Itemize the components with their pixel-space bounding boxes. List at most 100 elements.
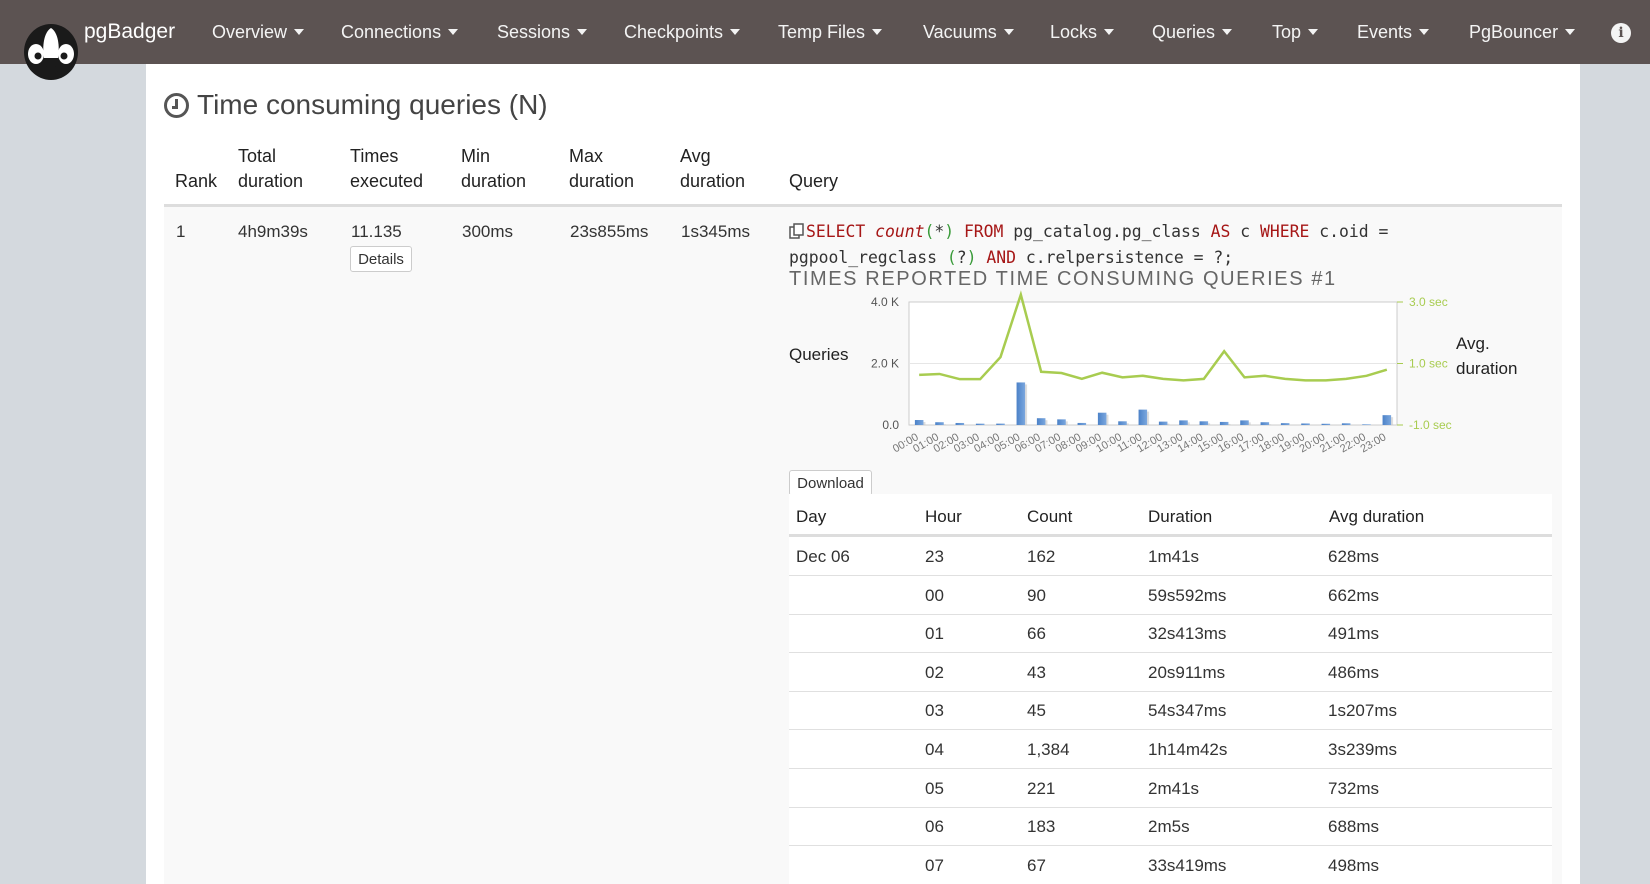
nav-events[interactable]: Events xyxy=(1357,22,1430,43)
caret-down-icon xyxy=(448,29,459,35)
chart-bar xyxy=(914,420,924,425)
caret-down-icon xyxy=(730,29,741,35)
brand-name[interactable]: pgBadger xyxy=(84,20,175,44)
caret-down-icon xyxy=(294,29,305,35)
cell-min-duration: 300ms xyxy=(462,222,514,241)
detail-cell-duration: 33s419ms xyxy=(1148,855,1227,875)
header-total-duration: Total duration xyxy=(238,144,303,194)
header-max-duration: Max duration xyxy=(569,144,634,194)
nav-top[interactable]: Top xyxy=(1272,22,1319,43)
q-keyword: AND xyxy=(986,247,1017,267)
nav-pgbouncer[interactable]: PgBouncer xyxy=(1469,22,1576,43)
detail-header-divider xyxy=(789,534,1552,537)
q-function: count xyxy=(875,222,925,241)
detail-cell-hour: 03 xyxy=(925,701,944,721)
header-total-duration-line2: duration xyxy=(238,171,304,191)
chart-bar xyxy=(1179,420,1188,425)
chart-bar xyxy=(1341,423,1351,425)
nav-sessions[interactable]: Sessions xyxy=(497,22,588,43)
header-min-duration-line2: duration xyxy=(461,171,527,191)
q-keyword: AS xyxy=(1210,222,1231,241)
detail-row-divider xyxy=(789,652,1552,654)
nav-queries[interactable]: Queries xyxy=(1152,22,1233,43)
nav-queries-label: Queries xyxy=(1152,22,1216,42)
detail-cell-duration: 32s413ms xyxy=(1148,624,1227,644)
q-keyword: WHERE xyxy=(1260,222,1310,241)
caret-down-icon xyxy=(872,29,883,35)
detail-cell-day: Dec 06 xyxy=(796,547,850,566)
header-avg-duration-line1: Avg xyxy=(680,146,711,166)
chart-y2-axis-label-line1: Avg. xyxy=(1456,334,1490,353)
nav-temp-files-label: Temp Files xyxy=(778,22,866,42)
chart-y-tick-label: 0.0 xyxy=(882,418,899,432)
nav-pgbouncer-label: PgBouncer xyxy=(1469,22,1559,42)
q-param: ? xyxy=(956,247,967,267)
detail-cell-hour: 23 xyxy=(925,547,944,566)
nav-overview-label: Overview xyxy=(212,22,288,42)
nav-sessions-label: Sessions xyxy=(497,22,571,42)
info-icon[interactable]: i xyxy=(1611,23,1631,43)
pgbadger-logo[interactable] xyxy=(22,18,80,82)
header-times-executed-line2: executed xyxy=(350,171,424,191)
chart-y2-tick-label: -1.0 sec xyxy=(1409,418,1452,432)
detail-cell-avg-duration: 662ms xyxy=(1328,585,1380,605)
q-identifier: pgpool_regclass xyxy=(789,247,938,267)
header-max-duration-line1: Max xyxy=(569,146,604,166)
detail-cell-avg-duration: 688ms xyxy=(1328,817,1380,837)
chart-bar xyxy=(1158,421,1168,425)
detail-cell-avg-duration: 732ms xyxy=(1328,778,1380,798)
header-max-duration-line2: duration xyxy=(569,171,635,191)
detail-cell-count: 67 xyxy=(1027,855,1046,875)
detail-cell-hour: 06 xyxy=(925,817,944,837)
header-total-duration-line1: Total xyxy=(238,146,277,166)
nav-vacuums[interactable]: Vacuums xyxy=(923,22,1014,43)
header-rank: Rank xyxy=(175,171,218,191)
details-button[interactable]: Details xyxy=(350,246,412,272)
download-button[interactable]: Download xyxy=(789,470,872,496)
nav-locks[interactable]: Locks xyxy=(1050,22,1115,43)
queries-chart: Queries Avg. duration 4.0 K 3.0 sec 2.0 K 1… xyxy=(789,290,1517,455)
chart-bar xyxy=(1260,422,1270,425)
chart-y-tick-label: 2.0 K xyxy=(871,357,899,371)
detail-cell-hour: 01 xyxy=(925,624,944,644)
query-text: SELECT count(*) FROM pg_catalog.pg_class… xyxy=(789,219,1489,270)
nav-connections[interactable]: Connections xyxy=(341,22,459,43)
copy-icon[interactable] xyxy=(789,223,804,239)
detail-row-divider xyxy=(789,845,1552,847)
chart-bar xyxy=(1138,409,1148,425)
nav-overview[interactable]: Overview xyxy=(212,22,305,43)
q-paren: ) xyxy=(966,247,977,267)
chart-bar xyxy=(1321,423,1331,425)
nav-checkpoints-label: Checkpoints xyxy=(624,22,724,42)
nav-checkpoints[interactable]: Checkpoints xyxy=(624,22,741,43)
nav-events-label: Events xyxy=(1357,22,1413,42)
detail-row-divider xyxy=(789,690,1552,692)
detail-cell-hour: 02 xyxy=(925,662,944,682)
detail-cell-count: 221 xyxy=(1027,778,1056,798)
caret-down-icon xyxy=(1565,29,1576,35)
detail-cell-count: 1,384 xyxy=(1027,740,1070,759)
detail-cell-avg-duration: 491ms xyxy=(1328,624,1380,644)
caret-down-icon xyxy=(1222,29,1233,35)
chart-bar xyxy=(1016,382,1026,425)
header-avg-duration-line2: duration xyxy=(680,171,746,191)
q-paren: ) xyxy=(944,222,955,241)
detail-cell-count: 90 xyxy=(1027,585,1046,605)
caret-down-icon xyxy=(1308,29,1319,35)
section-title: Time consuming queries (N) xyxy=(197,89,548,120)
detail-cell-avg-duration: 1s207ms xyxy=(1328,701,1397,721)
q-paren: ( xyxy=(924,222,935,241)
detail-cell-count: 162 xyxy=(1027,547,1056,566)
detail-cell-avg-duration: 486ms xyxy=(1328,662,1380,682)
cell-rank: 1 xyxy=(176,222,186,241)
q-identifier: pg_catalog.pg_class xyxy=(1013,222,1201,241)
detail-cell-count: 43 xyxy=(1027,662,1046,682)
chart-bar xyxy=(1240,420,1249,425)
detail-row-divider xyxy=(789,613,1552,615)
header-min-duration: Min duration xyxy=(461,144,526,194)
chart-bar xyxy=(1301,423,1310,425)
q-identifier: c xyxy=(1240,222,1251,241)
nav-temp-files[interactable]: Temp Files xyxy=(778,22,883,43)
cell-avg-duration: 1s345ms xyxy=(681,222,750,241)
detail-header-duration: Duration xyxy=(1148,507,1213,526)
